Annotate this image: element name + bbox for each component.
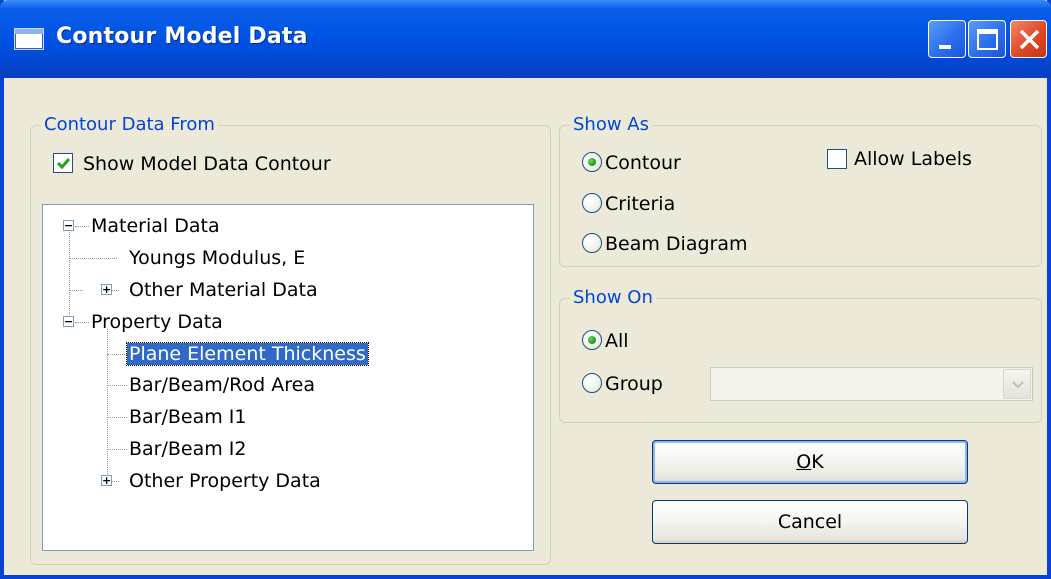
tree-item-bar-beam-i1[interactable]: Bar/Beam I1: [129, 404, 247, 430]
expand-toggle-other-property-data[interactable]: +: [101, 475, 112, 486]
tree-connector: [107, 329, 108, 484]
maximize-icon: [977, 29, 998, 50]
minimize-button[interactable]: [928, 20, 966, 58]
window-icon: [14, 28, 44, 50]
contour-data-from-legend: Contour Data From: [41, 114, 218, 136]
ok-label-rest: K: [811, 451, 824, 473]
tree-connector: [107, 354, 127, 355]
tree-connector: [69, 290, 83, 291]
window-title: Contour Model Data: [56, 24, 308, 49]
tree-item-other-material-data[interactable]: Other Material Data: [129, 277, 318, 303]
maximize-button[interactable]: [968, 20, 1006, 58]
radio-contour[interactable]: [582, 152, 602, 172]
tree-item-bar-beam-i2[interactable]: Bar/Beam I2: [129, 436, 247, 462]
ok-button[interactable]: OK: [652, 440, 968, 484]
show-model-data-contour-checkbox[interactable]: [53, 153, 73, 173]
radio-criteria-label[interactable]: Criteria: [605, 192, 675, 216]
title-bar[interactable]: Contour Model Data: [0, 0, 1051, 78]
ok-mnemonic: O: [796, 451, 812, 473]
chevron-down-icon: [1012, 381, 1024, 389]
radio-selected-dot: [588, 336, 596, 344]
tree-item-youngs-modulus[interactable]: Youngs Modulus, E: [129, 245, 305, 271]
radio-all[interactable]: [582, 330, 602, 350]
close-icon: [1019, 29, 1040, 50]
show-as-legend: Show As: [570, 114, 652, 136]
tree-connector: [107, 385, 127, 386]
tree-item-other-property-data[interactable]: Other Property Data: [129, 468, 321, 494]
dialog-window: Contour Model Data Contour Data From Sho…: [0, 0, 1051, 579]
radio-all-label[interactable]: All: [605, 329, 629, 353]
tree-item-bar-beam-rod-area[interactable]: Bar/Beam/Rod Area: [129, 372, 315, 398]
tree-connector: [107, 449, 127, 450]
show-model-data-contour-label[interactable]: Show Model Data Contour: [83, 152, 331, 176]
collapse-toggle-property-data[interactable]: −: [63, 316, 74, 327]
tree-connector: [69, 258, 117, 259]
check-mark-icon: [56, 158, 71, 170]
tree-item-property-data[interactable]: Property Data: [91, 309, 223, 335]
radio-beam-diagram[interactable]: [582, 233, 602, 253]
group-select-dropdown-button[interactable]: [1003, 369, 1031, 399]
tree-connector: [75, 322, 89, 323]
tree-item-material-data[interactable]: Material Data: [91, 213, 220, 239]
selected-tree-item-label[interactable]: Plane Element Thickness: [126, 342, 369, 366]
radio-beam-diagram-label[interactable]: Beam Diagram: [605, 232, 748, 256]
tree-connector: [107, 417, 127, 418]
data-tree-view[interactable]: − + − + Material Data Youngs Modulus, E …: [42, 204, 534, 551]
collapse-toggle-material-data[interactable]: −: [63, 220, 74, 231]
group-select[interactable]: [710, 367, 1033, 401]
close-button[interactable]: [1010, 20, 1047, 58]
tree-connector: [69, 232, 70, 317]
radio-criteria[interactable]: [582, 193, 602, 213]
show-on-legend: Show On: [570, 287, 656, 309]
radio-group[interactable]: [582, 373, 602, 393]
radio-group-label[interactable]: Group: [605, 372, 663, 396]
radio-selected-dot: [588, 158, 596, 166]
tree-item-plane-element-thickness[interactable]: Plane Element Thickness: [126, 341, 369, 367]
tree-connector: [75, 226, 89, 227]
cancel-button[interactable]: Cancel: [652, 500, 968, 544]
minimize-icon: [939, 45, 951, 49]
expand-toggle-other-material-data[interactable]: +: [101, 284, 112, 295]
radio-contour-label[interactable]: Contour: [605, 151, 681, 175]
show-on-group: Show On: [559, 287, 1042, 423]
allow-labels-checkbox[interactable]: [827, 149, 847, 169]
allow-labels-label[interactable]: Allow Labels: [854, 147, 972, 171]
